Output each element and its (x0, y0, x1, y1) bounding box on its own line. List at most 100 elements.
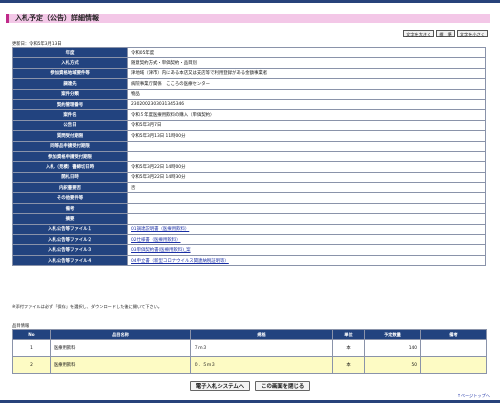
detail-row: 入札公告等ファイル１ 01調達説明書（医療用飲料） (12, 223, 486, 236)
attachment-link[interactable]: 02仕様書（医療用飲料） (131, 238, 181, 243)
detail-value: 令和５年度医療用飲料の購入（単価契約） (127, 109, 486, 121)
detail-label: 入札公告等ファイル２ (12, 234, 128, 246)
detail-value (127, 150, 486, 163)
attachment-link[interactable]: 01調達説明書（医療用飲料） (131, 227, 189, 232)
detail-value: 令和5年3月22日 14時00分 (127, 161, 486, 173)
detail-label: 内訳書要否 (12, 182, 128, 194)
detail-row: 参加資格申請受付期限 (12, 150, 486, 163)
detail-value (127, 202, 486, 215)
detail-value: 令和05年度 (127, 46, 486, 59)
detail-label: 入札方式 (12, 57, 128, 69)
col-header-name: 品目名称 (50, 329, 191, 340)
detail-value: 物品 (127, 88, 486, 100)
detail-row: 内訳書要否否 (12, 182, 486, 194)
attachment-link[interactable]: 03単価契約書(医療用飲料)_案 (131, 248, 191, 253)
item-spec: ７ｍ３ (190, 339, 333, 357)
action-buttons: 電子入札システムへ この画面を閉じる (0, 381, 500, 391)
detail-row: 入札方式 随意契約方式・単価契約・品目別 (12, 57, 486, 69)
detail-value: 津地域（津市）内にある本店又は支店等で利用登録がある金額事業者 (127, 67, 486, 80)
detail-row: 調達先 病院事業庁関係 こころの医療センター (12, 78, 486, 90)
page-title-bar: 入札予定（公告）詳細情報 (6, 14, 490, 23)
page-title: 入札予定（公告）詳細情報 (15, 14, 99, 22)
detail-label: 入札公告等ファイル３ (12, 244, 128, 256)
detail-label: 参加資格地域要件等 (12, 67, 128, 80)
font-normal-button[interactable]: 標 準 (436, 30, 455, 37)
detail-value (127, 192, 486, 204)
detail-file-cell: 04申立書（新型コロナウイルス関連納税証明等） (127, 254, 486, 267)
detail-value: 2302002303031345346 (127, 98, 486, 111)
detail-file-cell: 02仕様書（医療用飲料） (127, 234, 486, 246)
col-header-spec: 規格 (190, 329, 333, 340)
detail-label: 案件分類 (12, 88, 128, 100)
item-no: 1 (12, 339, 51, 357)
detail-label: 契約管理番号 (12, 98, 128, 111)
item-name: 医療用飲料 (50, 339, 191, 357)
detail-file-cell: 03単価契約書(医療用飲料)_案 (127, 244, 486, 256)
item-no: 2 (12, 356, 51, 374)
items-table: No 品目名称 規格 単位 予定数量 備考 1 医療用飲料 ７ｍ３ 本 140 … (12, 329, 487, 374)
item-unit: 本 (332, 339, 365, 357)
detail-row: 案件名 令和５年度医療用飲料の購入（単価契約） (12, 109, 486, 121)
col-header-qty: 予定数量 (364, 329, 421, 340)
detail-value: 病院事業庁関係 こころの医療センター (127, 78, 486, 90)
detail-label: 調達先 (12, 78, 128, 90)
detail-row: 摘要 (12, 213, 486, 225)
item-note (420, 356, 487, 374)
detail-label: 入札（見積）書締切日時 (12, 161, 128, 173)
detail-row: 案件分類 物品 (12, 88, 486, 100)
detail-label: 備考 (12, 202, 128, 215)
item-note (420, 339, 487, 357)
item-spec: ０．５ｍ３ (190, 356, 333, 374)
attachment-link[interactable]: 04申立書（新型コロナウイルス関連納税証明等） (131, 259, 229, 264)
item-qty: 50 (364, 356, 421, 374)
detail-row: 参加資格地域要件等 津地域（津市）内にある本店又は支店等で利用登録がある金額事業者 (12, 67, 486, 80)
detail-value: 令和5年3月22日 14時30分 (127, 171, 486, 184)
detail-row: その他要件等 (12, 192, 486, 204)
detail-row: 入札公告等ファイル４ 04申立書（新型コロナウイルス関連納税証明等） (12, 254, 486, 267)
detail-row: 公告日 令和5年3月7日 (12, 119, 486, 132)
detail-label: 開札日時 (12, 171, 128, 184)
detail-value: 否 (127, 182, 486, 194)
detail-table: 年度 令和05年度 入札方式 随意契約方式・単価契約・品目別 参加資格地域要件等 津地域（… (12, 46, 486, 267)
detail-row: 契約管理番号 2302002303031345346 (12, 98, 486, 111)
detail-row: 質問受付期限 令和5年3月13日 11時00分 (12, 130, 486, 142)
detail-row: 備考 (12, 202, 486, 215)
detail-label: 参加資格申請受付期限 (12, 150, 128, 163)
detail-label: 年度 (12, 46, 128, 59)
font-large-button[interactable]: 文字を大きく (403, 30, 435, 37)
table-row: 1 医療用飲料 ７ｍ３ 本 140 (12, 339, 487, 357)
detail-label: 入札公告等ファイル４ (12, 254, 128, 267)
font-small-button[interactable]: 文字を小さく (456, 30, 488, 37)
detail-value: 令和5年3月7日 (127, 119, 486, 132)
col-header-unit: 単位 (332, 329, 365, 340)
detail-label: 公告日 (12, 119, 128, 132)
detail-row: 開札日時 令和5年3月22日 14時30分 (12, 171, 486, 184)
detail-row: 入札公告等ファイル３ 03単価契約書(医療用飲料)_案 (12, 244, 486, 256)
detail-label: その他要件等 (12, 192, 128, 204)
detail-label: 摘要 (12, 213, 128, 225)
page-top-link[interactable]: ↑ページトップへ (457, 393, 490, 399)
detail-label: 入札公告等ファイル１ (12, 223, 128, 236)
font-size-controls: 文字を大きく 標 準 文字を小さく (403, 30, 488, 37)
detail-row: 同等品申請受付期限 (12, 140, 486, 152)
table-row: 2 医療用飲料 ０．５ｍ３ 本 50 (12, 356, 487, 374)
col-header-note: 備考 (420, 329, 487, 340)
detail-row: 入札公告等ファイル２ 02仕様書（医療用飲料） (12, 234, 486, 246)
col-header-no: No (12, 329, 51, 340)
detail-value (127, 140, 486, 152)
items-header-row: No 品目名称 規格 単位 予定数量 備考 (12, 329, 487, 340)
detail-value: 随意契約方式・単価契約・品目別 (127, 57, 486, 69)
detail-label: 質問受付期限 (12, 130, 128, 142)
detail-value (127, 213, 486, 225)
detail-row: 年度 令和05年度 (12, 46, 486, 59)
close-window-button[interactable]: この画面を閉じる (255, 381, 311, 391)
download-note: ※添付ファイルは必ず「保存」を選択し、ダウンロードした後に開いて下さい。 (12, 304, 162, 309)
detail-label: 同等品申請受付期限 (12, 140, 128, 152)
e-bidding-system-button[interactable]: 電子入札システムへ (189, 381, 251, 391)
item-unit: 本 (332, 356, 365, 374)
item-qty: 140 (364, 339, 421, 357)
top-bar (0, 0, 500, 3)
detail-label: 案件名 (12, 109, 128, 121)
item-name: 医療用飲料 (50, 356, 191, 374)
detail-file-cell: 01調達説明書（医療用飲料） (127, 223, 486, 236)
